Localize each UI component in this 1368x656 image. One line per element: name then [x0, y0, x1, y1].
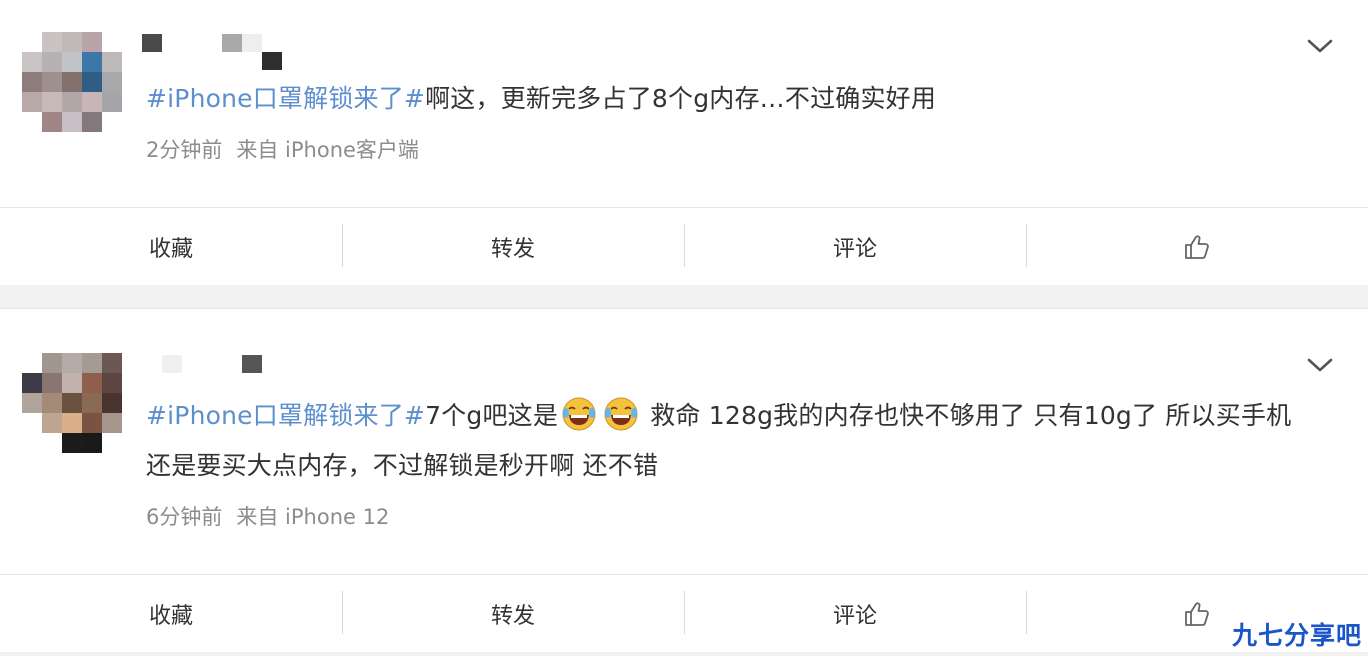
post-time[interactable]: 2分钟前	[146, 138, 222, 162]
comment-button[interactable]: 评论	[684, 208, 1026, 285]
post-meta: 2分钟前 来自 iPhone客户端	[146, 134, 419, 164]
repost-label: 转发	[490, 603, 535, 629]
comment-button[interactable]: 评论	[684, 575, 1026, 652]
action-bar: 收藏 转发 评论	[0, 574, 1368, 652]
post-card: #iPhone口罩解锁来了#7个g吧这是 救命 128g我的内存也快不够用了 只…	[0, 308, 1368, 652]
favorite-button[interactable]: 收藏	[0, 575, 342, 652]
thumbs-up-icon	[1185, 601, 1209, 626]
topic-link[interactable]: #iPhone口罩解锁来了#	[146, 401, 425, 430]
post-source: 来自 iPhone客户端	[236, 138, 419, 162]
comment-label: 评论	[832, 603, 877, 629]
post-body: 7个g吧这是	[425, 401, 559, 430]
comment-label: 评论	[832, 236, 877, 262]
post-time[interactable]: 6分钟前	[146, 505, 222, 529]
post-meta: 6分钟前 来自 iPhone 12	[146, 501, 389, 531]
post-text: #iPhone口罩解锁来了#7个g吧这是 救命 128g我的内存也快不够用了 只…	[146, 391, 1298, 491]
chevron-down-icon[interactable]	[1306, 355, 1334, 375]
username-pixelated[interactable]	[140, 30, 300, 74]
post-source: 来自 iPhone 12	[236, 505, 390, 529]
post-body: 啊这，更新完多占了8个g内存…不过确实好用	[425, 84, 937, 113]
chevron-down-icon[interactable]	[1306, 36, 1334, 56]
repost-button[interactable]: 转发	[342, 575, 684, 652]
post-card: #iPhone口罩解锁来了#啊这，更新完多占了8个g内存…不过确实好用 2分钟前…	[0, 0, 1368, 285]
action-bar: 收藏 转发 评论	[0, 207, 1368, 285]
laugh-cry-emoji	[604, 397, 638, 431]
repost-label: 转发	[490, 236, 535, 262]
favorite-label: 收藏	[148, 236, 193, 262]
favorite-button[interactable]: 收藏	[0, 208, 342, 285]
avatar[interactable]	[22, 32, 122, 132]
repost-button[interactable]: 转发	[342, 208, 684, 285]
favorite-label: 收藏	[148, 603, 193, 629]
username-pixelated[interactable]	[140, 351, 300, 395]
laugh-cry-emoji	[562, 397, 596, 431]
avatar[interactable]	[22, 353, 122, 453]
post-text: #iPhone口罩解锁来了#啊这，更新完多占了8个g内存…不过确实好用	[146, 74, 1298, 124]
watermark-logo: 九七分享吧	[1231, 621, 1362, 650]
thumbs-up-icon	[1185, 234, 1209, 259]
topic-link[interactable]: #iPhone口罩解锁来了#	[146, 84, 425, 113]
like-button[interactable]	[1026, 208, 1368, 285]
